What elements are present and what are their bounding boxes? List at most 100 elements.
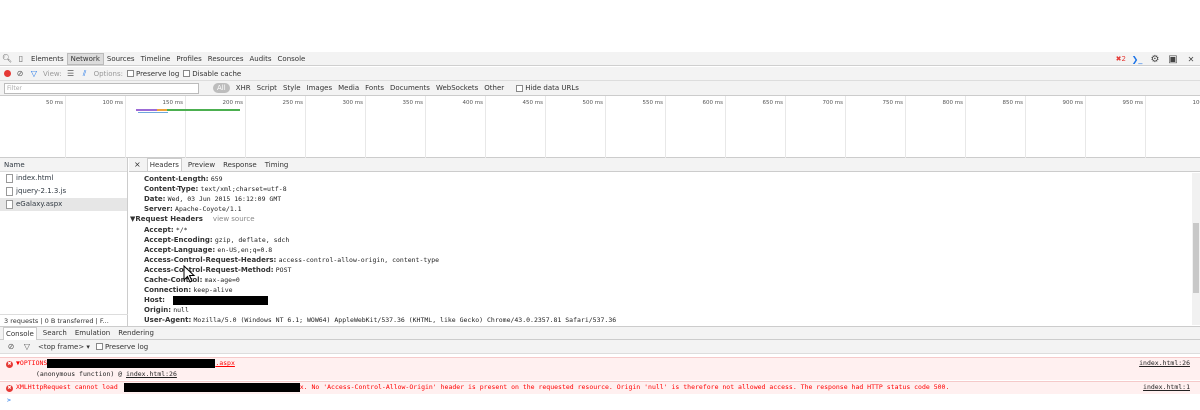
preserve-log-label: Preserve log <box>135 69 180 78</box>
header-value: max-age=0 <box>204 276 240 284</box>
mobile-device-icon[interactable]: ▯ <box>14 53 28 65</box>
filter-type-fonts[interactable]: Fonts <box>365 84 384 92</box>
drawer-tab-rendering[interactable]: Rendering <box>116 327 156 339</box>
stack-frame-link[interactable]: index.html:26 <box>126 370 177 378</box>
timeline-tick-label: 850 ms <box>1002 100 1023 106</box>
tab-profiles[interactable]: Profiles <box>173 53 204 65</box>
tab-elements[interactable]: Elements <box>28 53 67 65</box>
headers-scrollbar[interactable] <box>1192 173 1200 325</box>
header-value: null <box>173 306 189 314</box>
timeline-gridline <box>65 96 66 158</box>
request-list-pane: Name index.html jquery-2.1.3.js eGalaxy.… <box>0 158 128 326</box>
header-name: Accept-Language: <box>144 246 216 254</box>
gear-icon[interactable]: ⚙ <box>1148 53 1162 65</box>
request-row-selected[interactable]: eGalaxy.aspx <box>0 198 127 211</box>
drawer-tab-emulation[interactable]: Emulation <box>73 327 112 339</box>
tab-preview[interactable]: Preview <box>186 159 217 171</box>
timeline-gridline <box>905 96 906 158</box>
header-row: Server: Apache-Coyote/1.1 <box>144 204 1189 214</box>
overview-icon[interactable]: ⫽ <box>80 68 90 80</box>
close-icon[interactable]: ✕ <box>1184 53 1198 65</box>
filter-type-style[interactable]: Style <box>283 84 301 92</box>
message-source-link[interactable]: index.html:26 <box>1139 358 1190 369</box>
filter-type-xhr[interactable]: XHR <box>236 84 251 92</box>
filter-funnel-icon[interactable]: ▽ <box>29 68 39 80</box>
console-prompt[interactable]: > <box>0 395 1200 407</box>
request-row[interactable]: jquery-2.1.3.js <box>0 185 127 198</box>
tab-bar-right-controls: ✖2 ❯_ ⚙ ▣ ✕ <box>1116 52 1198 66</box>
header-name: Server: <box>144 205 173 213</box>
tab-console[interactable]: Console <box>275 53 309 65</box>
hide-data-urls-checkbox[interactable]: Hide data URLs <box>516 84 579 92</box>
console-error-message[interactable]: ✖ XMLHttpRequest cannot load x. No 'Access… <box>0 381 1200 394</box>
timeline-request-bar <box>138 112 168 113</box>
network-toolbar: ⊘ ▽ View: ☰ ⫽ Options: Preserve log Disa… <box>0 67 1200 81</box>
header-row: Accept-Encoding: gzip, deflate, sdch <box>144 235 1189 245</box>
filter-type-all[interactable]: All <box>213 83 230 93</box>
magnifier-icon[interactable]: 🔍︎ <box>0 53 14 65</box>
console-error-message[interactable]: ✖ ▼OPTIONS .aspx index.html:26 <box>0 357 1200 369</box>
error-count-badge[interactable]: ✖2 <box>1116 55 1126 63</box>
timeline-overview[interactable]: 50 ms 100 ms 150 ms 200 ms 250 ms 300 ms 350 m… <box>0 96 1200 158</box>
detail-tabs: × Headers Preview Response Timing <box>129 158 1200 172</box>
timeline-gridline <box>965 96 966 158</box>
redacted-url <box>123 382 300 392</box>
timeline-tick-label: 400 ms <box>462 100 483 106</box>
tab-headers[interactable]: Headers <box>146 158 182 171</box>
clear-console-icon[interactable]: ⊘ <box>6 341 16 353</box>
header-value: access-control-allow-origin, content-typ… <box>278 256 440 264</box>
tab-timeline[interactable]: Timeline <box>138 53 174 65</box>
message-text: ▼OPTIONS <box>16 359 48 367</box>
disable-cache-checkbox[interactable]: Disable cache <box>183 70 241 78</box>
request-headers-section[interactable]: ▼Request Headers view source <box>130 214 1189 225</box>
stack-frame-text: (anonymous function) @ <box>36 370 127 378</box>
console-preserve-log-checkbox[interactable]: Preserve log <box>95 343 148 351</box>
timeline-tick-label: 350 ms <box>402 100 423 106</box>
prompt-symbol: > <box>7 396 11 404</box>
name-column-header[interactable]: Name <box>0 158 127 172</box>
drawer-tab-console[interactable]: Console <box>3 326 37 340</box>
header-value: en-US,en;q=0.8 <box>217 246 273 254</box>
message-url[interactable]: .aspx <box>215 359 235 367</box>
console-drawer-icon[interactable]: ❯_ <box>1130 53 1144 65</box>
console-stack-line: (anonymous function) @ index.html:26 <box>0 369 1200 380</box>
filter-type-images[interactable]: Images <box>307 84 333 92</box>
filter-type-documents[interactable]: Documents <box>390 84 430 92</box>
filter-type-other[interactable]: Other <box>484 84 504 92</box>
context-value: <top frame> <box>38 342 85 351</box>
timeline-gridline <box>425 96 426 158</box>
header-name: Accept: <box>144 226 174 234</box>
timeline-request-bars <box>136 109 240 111</box>
dock-icon[interactable]: ▣ <box>1166 53 1180 65</box>
close-detail-button[interactable]: × <box>132 159 143 171</box>
record-icon[interactable] <box>4 70 11 77</box>
header-name: Accept-Encoding: <box>144 236 213 244</box>
request-name: index.html <box>16 174 54 182</box>
timeline-tick-label: 200 ms <box>222 100 243 106</box>
request-row[interactable]: index.html <box>0 172 127 185</box>
page-top-area <box>0 0 1200 52</box>
tab-resources[interactable]: Resources <box>205 53 247 65</box>
context-select[interactable]: <top frame> ▾ <box>38 343 90 351</box>
view-source-link[interactable]: view source <box>213 215 255 223</box>
filter-type-script[interactable]: Script <box>257 84 277 92</box>
message-source-link[interactable]: index.html:1 <box>1143 382 1190 393</box>
filter-funnel-icon[interactable]: ▽ <box>22 341 32 353</box>
timeline-gridline <box>365 96 366 158</box>
tab-audits[interactable]: Audits <box>247 53 275 65</box>
filter-type-media[interactable]: Media <box>338 84 359 92</box>
header-name: Host: <box>144 296 165 304</box>
section-title: ▼Request Headers <box>130 215 203 223</box>
tab-network[interactable]: Network <box>66 52 104 65</box>
tab-sources[interactable]: Sources <box>104 53 138 65</box>
filter-type-websockets[interactable]: WebSockets <box>436 84 478 92</box>
preserve-log-checkbox[interactable]: Preserve log <box>126 69 180 78</box>
tab-timing[interactable]: Timing <box>263 159 291 171</box>
filter-input[interactable]: Filter <box>4 82 199 94</box>
options-label: Options: <box>93 69 123 78</box>
drawer-tab-search[interactable]: Search <box>41 327 69 339</box>
scrollbar-thumb[interactable] <box>1193 223 1199 293</box>
clear-icon[interactable]: ⊘ <box>15 68 25 80</box>
tab-response[interactable]: Response <box>221 159 259 171</box>
large-rows-icon[interactable]: ☰ <box>66 68 76 80</box>
